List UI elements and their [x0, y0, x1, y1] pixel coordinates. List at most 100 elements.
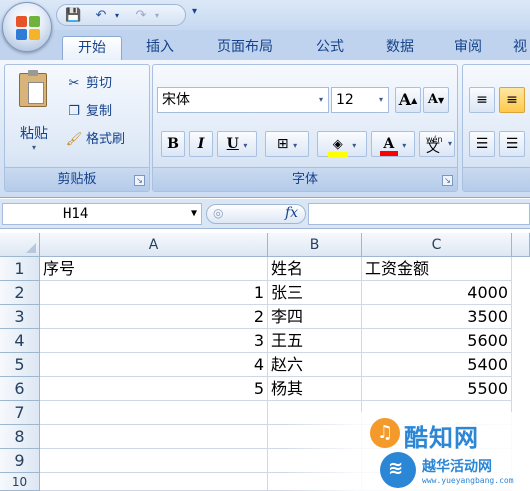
font-color-dropdown-icon[interactable]: ▾ [402, 141, 406, 150]
borders-dropdown-icon[interactable]: ▾ [293, 141, 297, 150]
cell[interactable]: 2 [40, 305, 268, 329]
name-box-dropdown-icon[interactable]: ▼ [191, 204, 197, 224]
cell[interactable] [362, 425, 512, 449]
row-header[interactable]: 8 [0, 425, 40, 449]
cell[interactable]: 4 [40, 353, 268, 377]
cell[interactable]: 3 [40, 329, 268, 353]
font-name-dropdown-icon[interactable]: ▾ [314, 88, 328, 112]
cell[interactable]: 5400 [362, 353, 512, 377]
row-header[interactable]: 3 [0, 305, 40, 329]
font-size-dropdown-icon[interactable]: ▾ [374, 88, 388, 112]
tab-page-layout[interactable]: 页面布局 [200, 36, 290, 60]
undo-dropdown-icon[interactable]: ▾ [109, 8, 125, 24]
formula-input[interactable] [308, 203, 530, 225]
copy-button[interactable]: ❐ 复制 [65, 101, 112, 123]
tab-formulas[interactable]: 公式 [300, 36, 360, 60]
cell[interactable] [268, 425, 362, 449]
column-header-a[interactable]: A [40, 233, 268, 257]
cell[interactable] [40, 401, 268, 425]
phonetic-button[interactable]: wén 文 ▾ [419, 131, 455, 157]
align-left-button[interactable]: ☰ [469, 131, 495, 157]
italic-button[interactable]: I [189, 131, 213, 157]
underline-button[interactable]: U ▾ [217, 131, 257, 157]
grow-font-button[interactable]: A▲ [395, 87, 421, 113]
font-color-button[interactable]: A ▾ [371, 131, 415, 157]
cell[interactable]: 5500 [362, 377, 512, 401]
align-middle-button[interactable]: ≡ [499, 87, 525, 113]
shrink-font-button[interactable]: A▼ [423, 87, 449, 113]
cell[interactable]: 3500 [362, 305, 512, 329]
cell[interactable]: 姓名 [268, 257, 362, 281]
select-all-button[interactable] [0, 233, 40, 257]
borders-button[interactable]: ⊞ ▾ [265, 131, 309, 157]
cell[interactable]: 王五 [268, 329, 362, 353]
row-header[interactable]: 2 [0, 281, 40, 305]
cell[interactable] [268, 401, 362, 425]
column-header-d[interactable] [512, 233, 530, 257]
tab-view[interactable]: 视 [510, 36, 530, 60]
cell[interactable]: 5 [40, 377, 268, 401]
row-header[interactable]: 4 [0, 329, 40, 353]
column-header-c[interactable]: C [362, 233, 512, 257]
cell[interactable] [362, 401, 512, 425]
row-header[interactable]: 9 [0, 449, 40, 473]
cell[interactable]: 序号 [40, 257, 268, 281]
phonetic-dropdown-icon[interactable]: ▾ [448, 132, 452, 156]
font-name-combo[interactable]: 宋体 ▾ [157, 87, 329, 113]
redo-dropdown-icon[interactable]: ▾ [149, 8, 165, 24]
alignment-group: ≡ ≡ ☰ ☰ [462, 64, 530, 192]
cell[interactable] [40, 449, 268, 473]
cell[interactable] [268, 473, 362, 491]
fill-color-button[interactable]: ◈ ▾ [317, 131, 367, 157]
align-top-button[interactable]: ≡ [469, 87, 495, 113]
tab-insert[interactable]: 插入 [132, 36, 188, 60]
cell[interactable]: 赵六 [268, 353, 362, 377]
font-color-icon: A [379, 136, 398, 156]
insert-function-button[interactable]: fx [285, 205, 298, 221]
row-header[interactable]: 10 [0, 473, 40, 491]
format-painter-button[interactable]: 🖌 格式刷 [65, 129, 125, 151]
tab-home[interactable]: 开始 [62, 36, 122, 60]
cell[interactable] [362, 449, 512, 473]
cell[interactable] [40, 425, 268, 449]
cell[interactable]: 1 [40, 281, 268, 305]
cell[interactable]: 工资金额 [362, 257, 512, 281]
cell[interactable]: 张三 [268, 281, 362, 305]
cell[interactable]: 杨其 [268, 377, 362, 401]
clipboard-dialog-launcher-icon[interactable]: ↘ [134, 175, 145, 186]
cut-button[interactable]: ✂ 剪切 [65, 73, 112, 95]
column-header-b[interactable]: B [268, 233, 362, 257]
cell[interactable]: 李四 [268, 305, 362, 329]
cell[interactable] [268, 449, 362, 473]
underline-dropdown-icon[interactable]: ▾ [243, 141, 247, 150]
paste-button[interactable]: 粘贴 ▾ [11, 70, 57, 161]
cell[interactable] [362, 473, 512, 491]
copy-icon: ❐ [68, 104, 80, 119]
undo-icon[interactable]: ↶ [93, 8, 109, 24]
fill-color-dropdown-icon[interactable]: ▾ [352, 141, 356, 150]
formula-bar: H14 ▼ ◎ fx [0, 199, 530, 229]
font-dialog-launcher-icon[interactable]: ↘ [442, 175, 453, 186]
tab-review[interactable]: 审阅 [440, 36, 496, 60]
row-header[interactable]: 6 [0, 377, 40, 401]
scissors-icon: ✂ [68, 76, 80, 91]
resize-handle-icon[interactable]: ◎ [213, 206, 223, 220]
row-header[interactable]: 1 [0, 257, 40, 281]
font-size-combo[interactable]: 12 ▾ [331, 87, 389, 113]
save-icon[interactable]: 💾 [65, 8, 81, 24]
paste-icon [19, 70, 47, 107]
customize-qat-button[interactable]: ▾ [192, 6, 197, 17]
cell[interactable] [40, 473, 268, 491]
row-header[interactable]: 7 [0, 401, 40, 425]
redo-icon[interactable]: ↷ [133, 8, 149, 24]
bold-button[interactable]: B [161, 131, 185, 157]
cell[interactable]: 5600 [362, 329, 512, 353]
font-group-label: 字体 [153, 167, 457, 191]
tab-data[interactable]: 数据 [370, 36, 430, 60]
office-button[interactable] [2, 2, 52, 52]
name-box[interactable]: H14 ▼ [2, 203, 202, 225]
clipboard-group-label: 剪贴板 [5, 167, 149, 191]
align-center-button[interactable]: ☰ [499, 131, 525, 157]
cell[interactable]: 4000 [362, 281, 512, 305]
row-header[interactable]: 5 [0, 353, 40, 377]
